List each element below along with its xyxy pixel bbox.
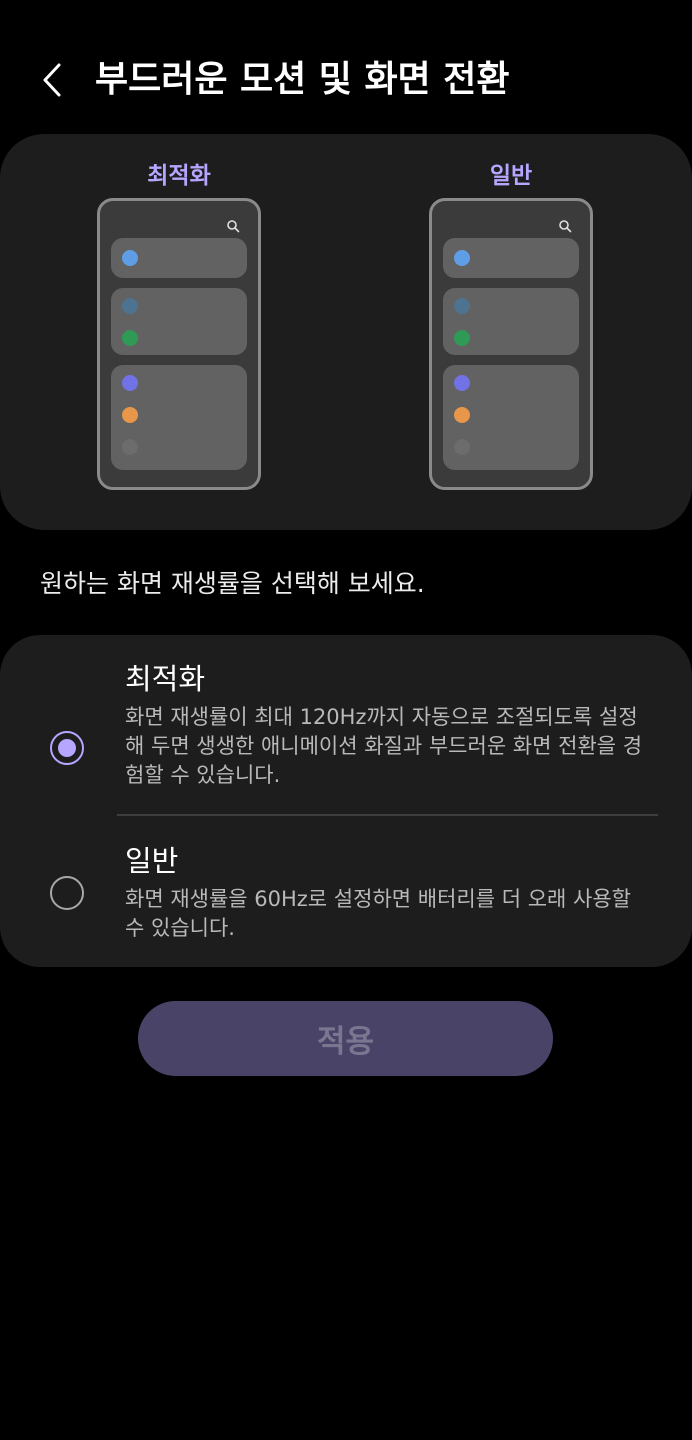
radio-standard[interactable] — [50, 876, 84, 910]
list-dot — [122, 407, 138, 423]
list-dot — [122, 439, 138, 455]
preview-card: 최적화 일반 — [0, 134, 692, 530]
search-icon — [559, 220, 572, 233]
header: 부드러운 모션 및 화면 전환 — [0, 48, 692, 118]
screen: 부드러운 모션 및 화면 전환 최적화 일반 원하는 화면 재생률을 선택해 보… — [0, 0, 692, 1440]
refresh-rate-options: 최적화 화면 재생률이 최대 120Hz까지 자동으로 조절되도록 설정해 두면… — [0, 635, 692, 967]
option-description: 화면 재생률이 최대 120Hz까지 자동으로 조절되도록 설정해 두면 생생한… — [125, 705, 643, 787]
preview-panel — [443, 365, 579, 470]
preview-panel — [111, 365, 247, 470]
list-dot — [454, 298, 470, 314]
option-title: 일반 — [125, 844, 179, 878]
option-title: 최적화 — [125, 662, 206, 696]
list-dot — [122, 375, 138, 391]
list-dot — [454, 407, 470, 423]
option-description: 화면 재생률을 60Hz로 설정하면 배터리를 더 오래 사용할 수 있습니다. — [125, 887, 631, 940]
search-icon — [227, 220, 240, 233]
list-dot — [122, 298, 138, 314]
chevron-left-icon — [43, 63, 61, 97]
list-dot — [454, 439, 470, 455]
page-title: 부드러운 모션 및 화면 전환 — [95, 59, 510, 100]
apply-button-label: 적용 — [316, 1024, 375, 1060]
preview-label-optimized: 최적화 — [147, 163, 211, 189]
list-dot — [454, 375, 470, 391]
apply-button[interactable]: 적용 — [138, 1001, 553, 1076]
back-button[interactable] — [30, 58, 74, 102]
radio-selected-dot — [58, 739, 76, 757]
list-dot — [122, 330, 138, 346]
preview-panel — [111, 238, 247, 278]
option-optimized[interactable]: 최적화 화면 재생률이 최대 120Hz까지 자동으로 조절되도록 설정해 두면… — [0, 659, 692, 809]
option-standard[interactable]: 일반 화면 재생률을 60Hz로 설정하면 배터리를 더 오래 사용할 수 있습… — [0, 841, 692, 951]
phone-illustration — [429, 198, 593, 490]
preview-panel — [111, 288, 247, 355]
preview-panel — [443, 238, 579, 278]
list-dot — [454, 250, 470, 266]
instruction-text: 원하는 화면 재생률을 선택해 보세요. — [40, 569, 425, 598]
list-dot — [454, 330, 470, 346]
preview-panel — [443, 288, 579, 355]
divider — [117, 814, 658, 816]
phone-illustration — [97, 198, 261, 490]
preview-label-standard: 일반 — [489, 163, 533, 189]
radio-optimized[interactable] — [50, 731, 84, 765]
list-dot — [122, 250, 138, 266]
